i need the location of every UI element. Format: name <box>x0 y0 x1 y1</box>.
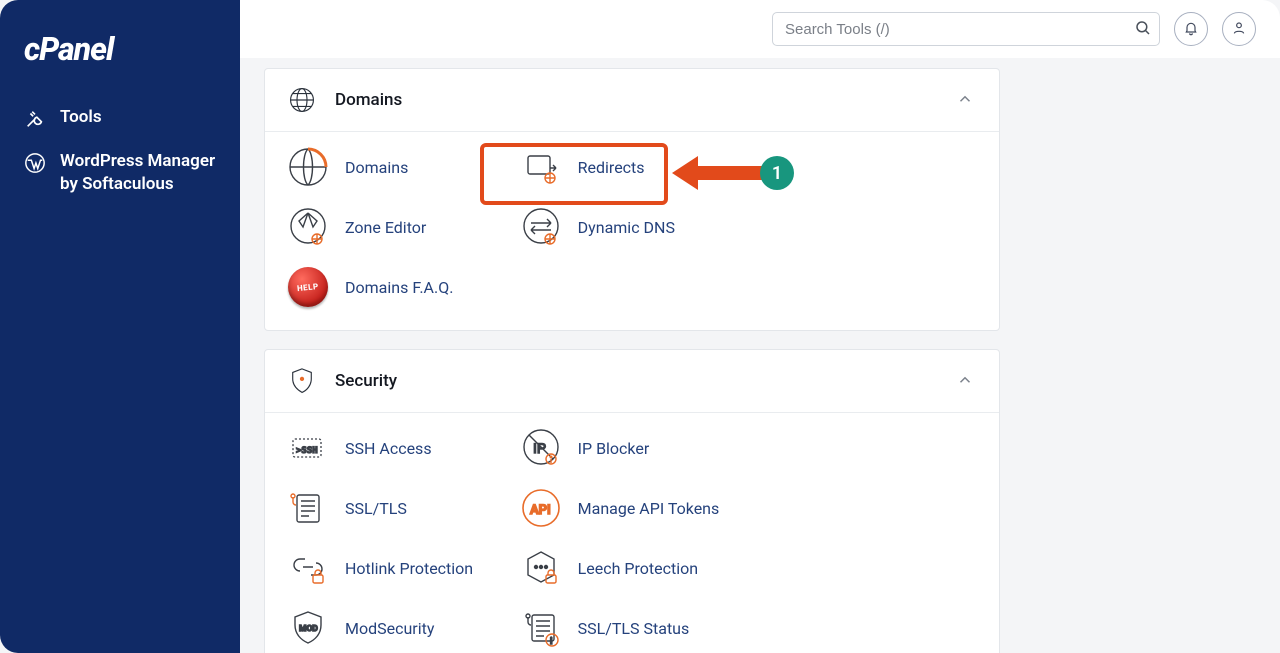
chevron-up-icon <box>956 90 974 111</box>
tool-domains-faq[interactable]: HELP Domains F.A.Q. <box>287 266 512 308</box>
brand-logo: cPanel <box>0 20 240 96</box>
tool-hotlink-protection[interactable]: Hotlink Protection <box>287 547 512 589</box>
shield-icon <box>287 366 317 396</box>
leech-icon <box>520 547 562 589</box>
notifications-button[interactable] <box>1174 12 1208 46</box>
tool-label: Hotlink Protection <box>345 559 473 578</box>
modsecurity-icon: MOD <box>287 607 329 649</box>
dynamic-dns-icon <box>520 206 562 248</box>
search-wrap <box>772 12 1160 46</box>
tool-zone-editor[interactable]: Zone Editor <box>287 206 512 248</box>
ssl-status-icon: i <box>520 607 562 649</box>
svg-text:MOD: MOD <box>299 624 318 634</box>
brand-logo-text: cPanel <box>24 30 113 68</box>
wordpress-icon <box>24 152 46 174</box>
search-icon <box>1134 19 1152 40</box>
tool-label: Domains <box>345 158 408 177</box>
panel-title: Domains <box>335 90 935 110</box>
tool-label: SSL/TLS <box>345 499 407 518</box>
svg-text:i: i <box>550 637 552 647</box>
help-icon: HELP <box>287 266 329 308</box>
tool-label: Manage API Tokens <box>578 499 720 518</box>
svg-text:API: API <box>530 503 551 518</box>
tool-leech-protection[interactable]: Leech Protection <box>520 547 745 589</box>
tool-label: SSL/TLS Status <box>578 619 690 638</box>
tool-label: Domains F.A.Q. <box>345 278 453 297</box>
main-content: Domains Domains <box>240 58 1280 653</box>
chevron-up-icon <box>956 371 974 392</box>
sidebar-item-tools[interactable]: Tools <box>0 96 240 140</box>
ip-blocker-icon: IP <box>520 427 562 469</box>
tool-ssh-access[interactable]: >SSH SSH Access <box>287 427 512 469</box>
svg-text:>SSH: >SSH <box>296 446 318 456</box>
svg-text:IP: IP <box>533 440 546 456</box>
tool-grid-security: >SSH SSH Access IP IP Blocker <box>265 413 999 653</box>
tool-label: ModSecurity <box>345 619 434 638</box>
tool-modsecurity[interactable]: MOD ModSecurity <box>287 607 512 649</box>
tool-label: Leech Protection <box>578 559 698 578</box>
sidebar-item-label: WordPress Manager by Softaculous <box>60 150 216 196</box>
search-button[interactable] <box>1130 16 1156 42</box>
sidebar-item-wordpress-manager[interactable]: WordPress Manager by Softaculous <box>0 140 240 206</box>
user-icon <box>1231 20 1247 39</box>
hotlink-icon <box>287 547 329 589</box>
tool-dynamic-dns[interactable]: Dynamic DNS <box>520 206 745 248</box>
tool-api-tokens[interactable]: API Manage API Tokens <box>520 487 745 529</box>
tool-label: Dynamic DNS <box>578 218 675 237</box>
sidebar-item-label: Tools <box>60 106 216 129</box>
api-tokens-icon: API <box>520 487 562 529</box>
tool-ssl-tls-status[interactable]: i SSL/TLS Status <box>520 607 745 649</box>
bell-icon <box>1183 20 1199 39</box>
tools-icon <box>24 108 46 130</box>
redirects-icon <box>520 146 562 188</box>
panel-title: Security <box>335 371 935 391</box>
search-input[interactable] <box>772 12 1160 46</box>
collapse-button-security[interactable] <box>953 369 977 393</box>
tool-redirects[interactable]: Redirects <box>520 146 745 188</box>
panel-header-domains[interactable]: Domains <box>265 69 999 132</box>
panel-header-security[interactable]: Security <box>265 350 999 413</box>
panel-domains: Domains Domains <box>264 68 1000 331</box>
domains-icon <box>287 146 329 188</box>
tool-ip-blocker[interactable]: IP IP Blocker <box>520 427 745 469</box>
panel-security: Security >SSH SSH Access <box>264 349 1000 653</box>
zone-editor-icon <box>287 206 329 248</box>
ssh-icon: >SSH <box>287 427 329 469</box>
collapse-button-domains[interactable] <box>953 88 977 112</box>
tool-domains[interactable]: Domains <box>287 146 512 188</box>
tool-label: Zone Editor <box>345 218 426 237</box>
tool-label: IP Blocker <box>578 439 650 458</box>
topbar <box>240 0 1280 58</box>
tool-grid-domains: Domains Redirects <box>265 132 999 330</box>
globe-icon <box>287 85 317 115</box>
ssl-tls-icon <box>287 487 329 529</box>
account-button[interactable] <box>1222 12 1256 46</box>
tool-ssl-tls[interactable]: SSL/TLS <box>287 487 512 529</box>
tool-label: Redirects <box>578 158 645 177</box>
tool-label: SSH Access <box>345 439 432 458</box>
sidebar: cPanel Tools WordPress Manager by Softac… <box>0 0 240 653</box>
